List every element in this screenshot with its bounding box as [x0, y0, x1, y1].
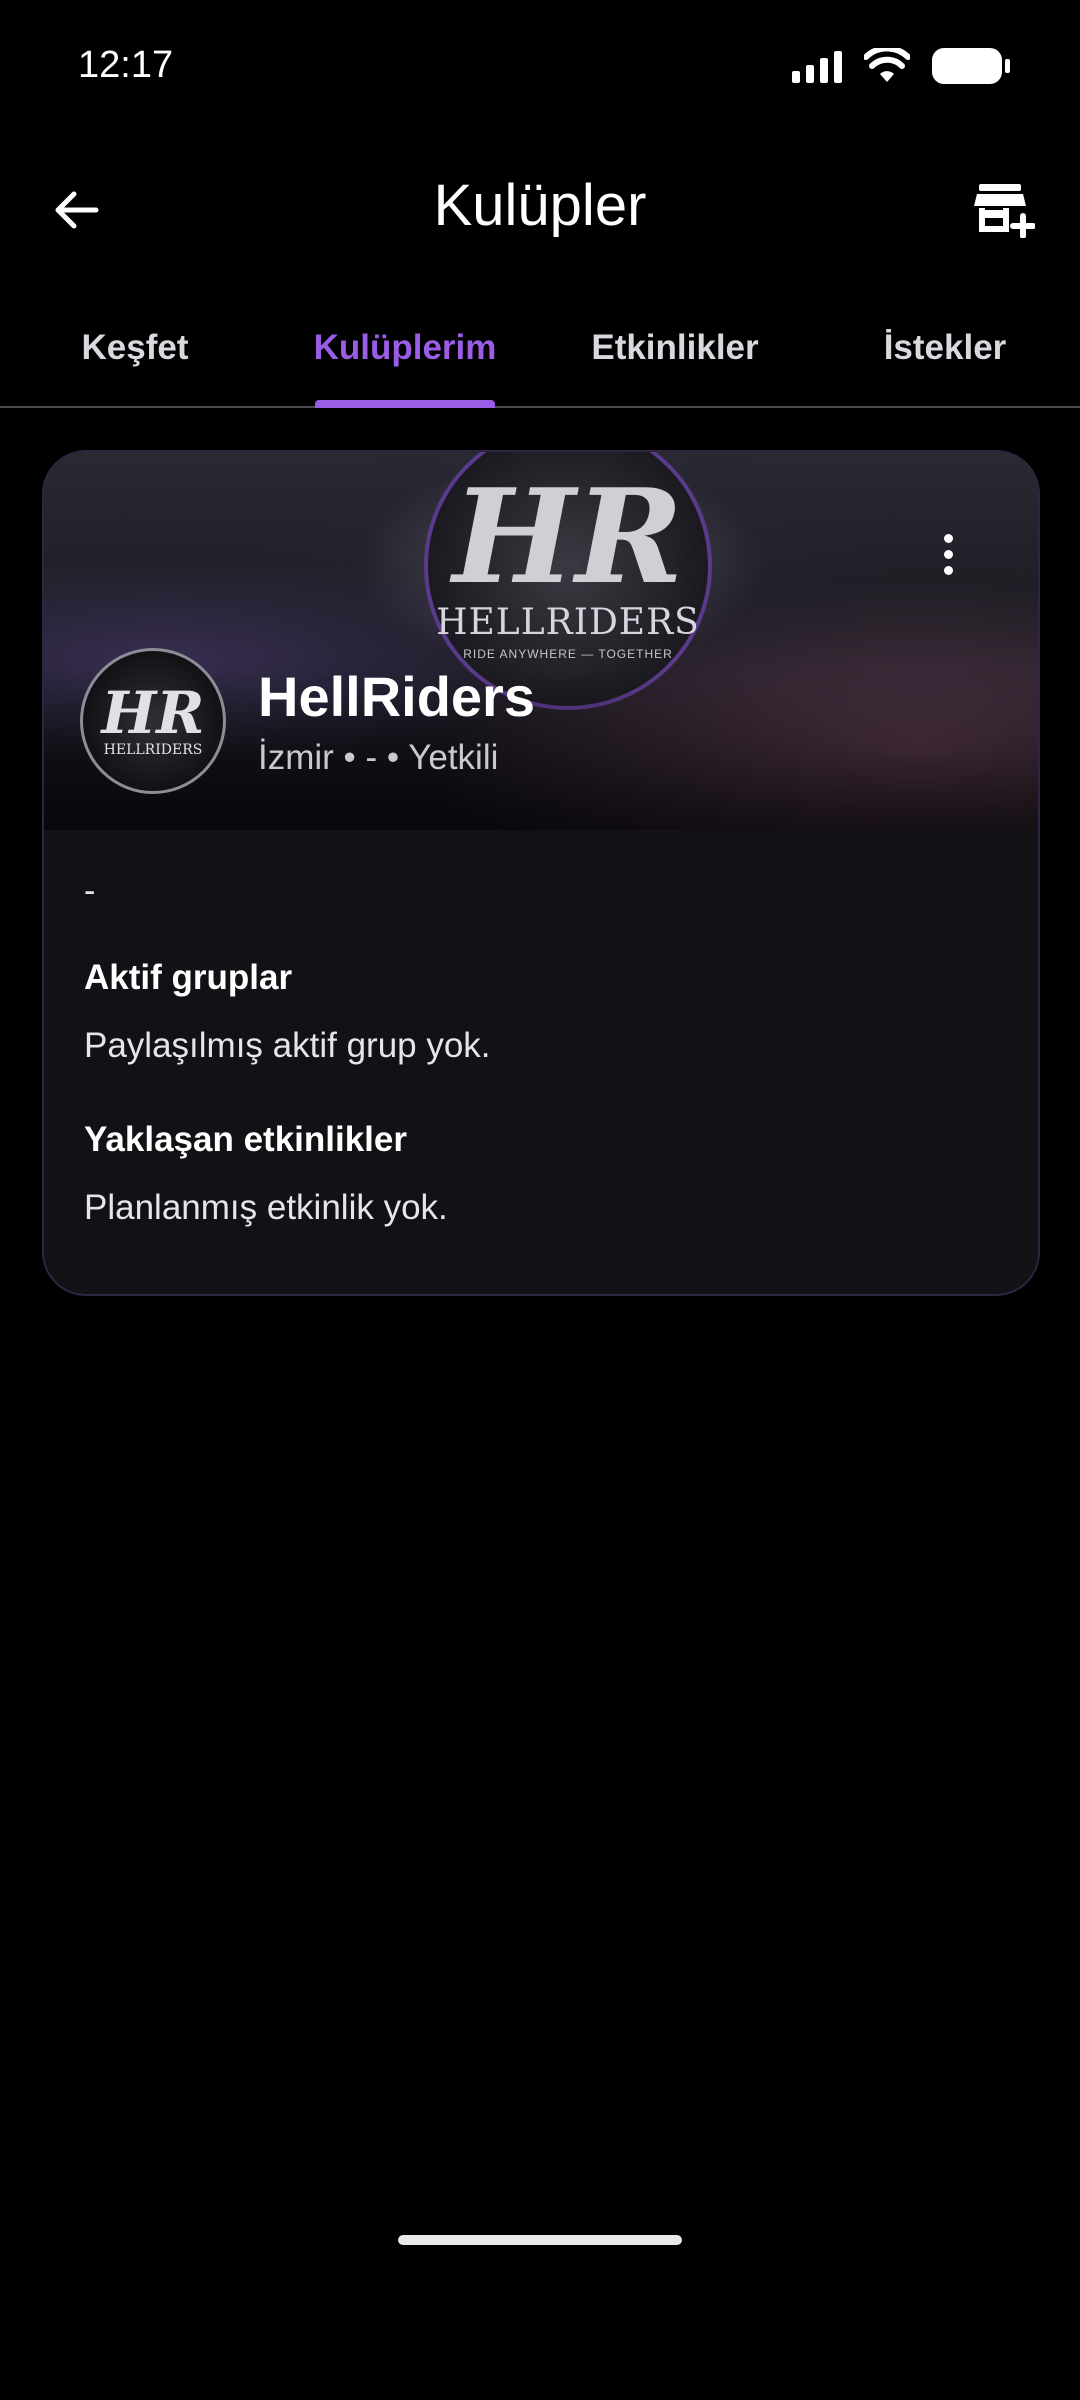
tab-etkinlikler[interactable]: Etkinlikler: [540, 290, 810, 406]
tab-kesfet[interactable]: Keşfet: [0, 290, 270, 406]
more-options-button[interactable]: [928, 524, 968, 584]
banner-logo-tagline: RIDE ANYWHERE — TOGETHER: [463, 646, 673, 661]
page-title: Kulüpler: [433, 173, 647, 238]
signal-icon: [792, 49, 842, 83]
add-club-button[interactable]: [964, 174, 1044, 246]
tab-indicator: [315, 400, 495, 408]
banner-logo-mark: HR: [452, 459, 684, 613]
avatar-mark: HR: [101, 679, 205, 747]
status-time: 12:17: [78, 44, 174, 86]
upcoming-events-title: Yaklaşan etkinlikler: [84, 1120, 407, 1159]
upcoming-events-text: Planlanmış etkinlik yok.: [84, 1188, 448, 1227]
tab-istekler[interactable]: İstekler: [810, 290, 1080, 406]
active-groups-title: Aktif gruplar: [84, 958, 293, 997]
app-bar: Kulüpler: [0, 150, 1080, 270]
banner-logo-word: HELLRIDERS: [436, 601, 700, 643]
active-groups-text: Paylaşılmış aktif grup yok.: [84, 1026, 491, 1065]
screen: 12:17 Kulüpler Keşfet Kulüplerim Etkinli…: [0, 0, 1080, 2400]
club-meta: İzmir • - • Yetkili: [258, 738, 499, 777]
club-avatar: HR HELLRIDERS: [80, 648, 226, 794]
more-vertical-icon: [943, 533, 953, 543]
avatar-word: HELLRIDERS: [103, 742, 203, 758]
wifi-icon: [864, 48, 910, 82]
status-bar: 12:17: [0, 0, 1080, 130]
tab-bar: Keşfet Kulüplerim Etkinlikler İstekler: [0, 290, 1080, 408]
battery-icon: [932, 48, 1010, 84]
club-description: -: [84, 872, 96, 910]
add-store-icon: [974, 184, 1035, 238]
home-indicator[interactable]: [398, 2235, 682, 2245]
club-card-body: - Aktif gruplar Paylaşılmış aktif grup y…: [84, 872, 1004, 1228]
club-name: HellRiders: [258, 665, 535, 728]
tab-kuluplerim[interactable]: Kulüplerim: [270, 290, 540, 406]
status-icons: [792, 48, 1010, 84]
club-card[interactable]: HR HELLRIDERS RIDE ANYWHERE — TOGETHER H…: [42, 450, 1040, 1296]
